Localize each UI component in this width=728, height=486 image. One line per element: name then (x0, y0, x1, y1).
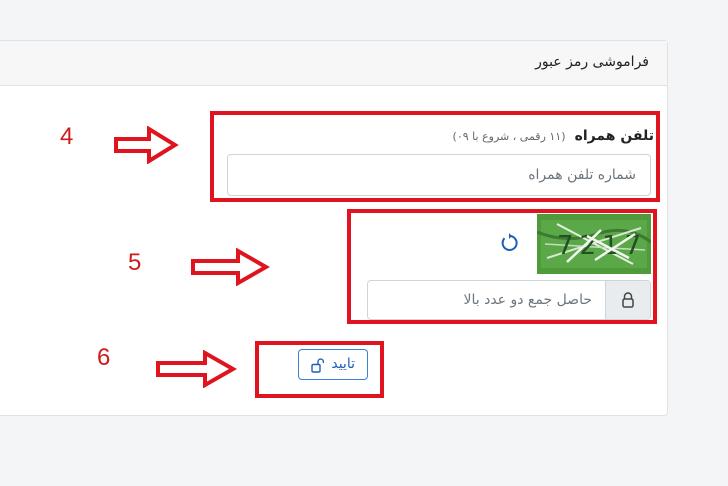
arrow-to-submit-icon (156, 350, 237, 388)
annotation-number-6: 6 (97, 344, 111, 371)
card-title: فراموشی رمز عبور (535, 54, 649, 70)
arrow-to-phone-icon (114, 126, 179, 164)
highlight-box-submit (255, 341, 384, 398)
highlight-box-captcha (347, 209, 657, 324)
annotation-number-5: 5 (128, 249, 142, 276)
annotation-number-4: 4 (60, 123, 74, 150)
card-header: فراموشی رمز عبور (0, 41, 667, 86)
highlight-box-phone (210, 111, 660, 202)
arrow-to-captcha-icon (191, 248, 270, 286)
